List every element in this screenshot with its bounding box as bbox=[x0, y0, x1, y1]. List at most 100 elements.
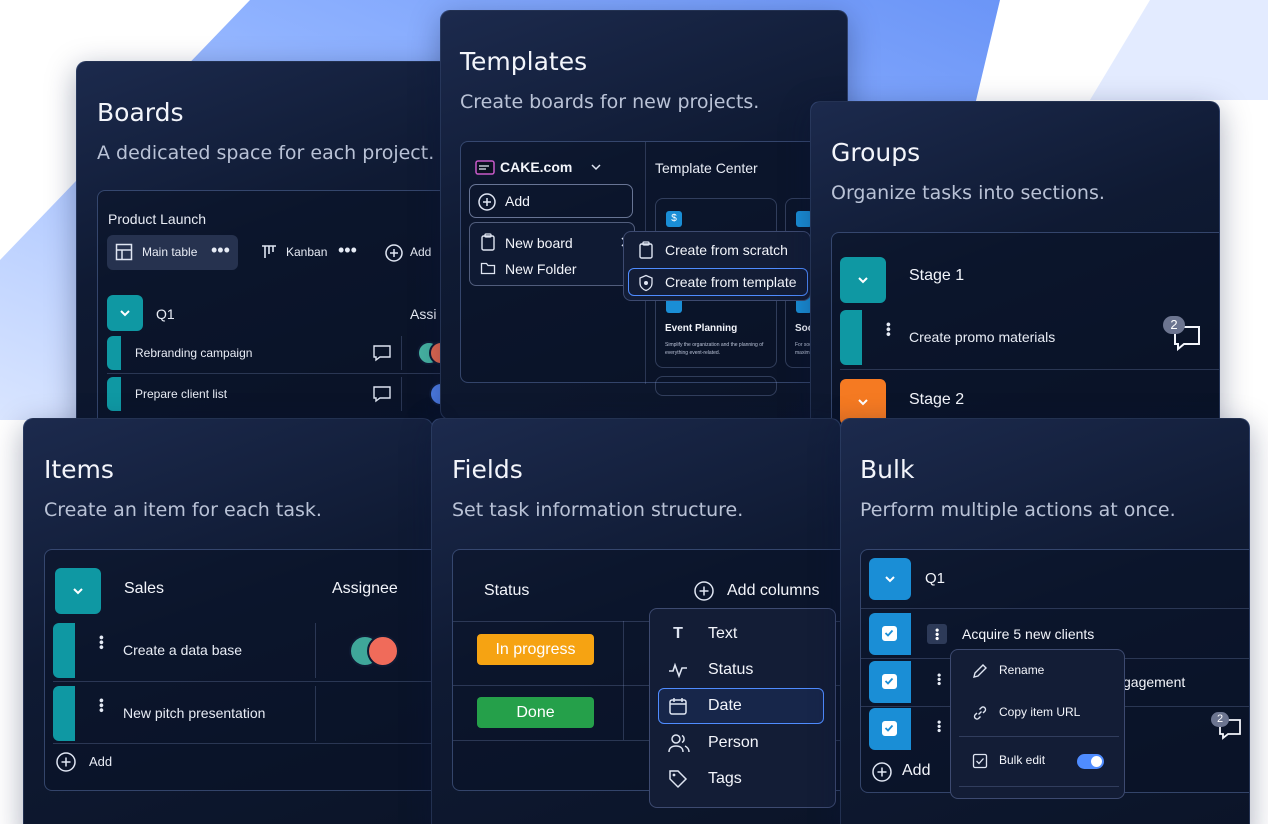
add-button[interactable]: Add bbox=[469, 184, 633, 218]
menu-item-text[interactable]: T Text bbox=[658, 619, 828, 649]
add-columns-button[interactable]: Add columns bbox=[693, 578, 840, 604]
tab-main-table-label: Main table bbox=[142, 245, 198, 259]
checkbox-icon bbox=[972, 753, 988, 769]
from-scratch-label: Create from scratch bbox=[665, 242, 788, 258]
row-label: Rebranding campaign bbox=[135, 346, 253, 360]
menu-item-bulk-edit[interactable]: Bulk edit bbox=[959, 746, 1119, 776]
menu-item-date[interactable]: Date bbox=[658, 688, 824, 724]
row-label: Acquire 5 new clients bbox=[962, 626, 1095, 642]
fields-card: Fields Set task information structure. S… bbox=[431, 418, 841, 824]
workspace-logo-icon bbox=[475, 158, 495, 176]
plus-circle-icon bbox=[384, 243, 404, 263]
folder-icon bbox=[480, 260, 496, 276]
item-label: New pitch presentation bbox=[123, 705, 266, 721]
comment-count-badge: 2 bbox=[1163, 316, 1185, 334]
chevron-down-icon bbox=[858, 277, 868, 284]
template-center-title: Template Center bbox=[655, 160, 758, 176]
add-item-button[interactable]: Add bbox=[871, 760, 951, 784]
row-menu-icon[interactable]: ••• bbox=[881, 322, 897, 337]
new-folder-label: New Folder bbox=[505, 261, 577, 277]
menu-item-from-template[interactable]: Create from template bbox=[628, 268, 808, 296]
groups-title: Groups bbox=[831, 138, 921, 167]
status-in-progress[interactable]: In progress bbox=[477, 634, 594, 665]
groups-card: Groups Organize tasks into sections. Sta… bbox=[810, 101, 1220, 431]
group-toggle[interactable] bbox=[869, 558, 911, 600]
dollar-icon: $ bbox=[666, 211, 682, 227]
menu-item-person[interactable]: Person bbox=[658, 728, 828, 758]
stage-1-name: Stage 1 bbox=[909, 267, 965, 284]
comment-icon[interactable] bbox=[372, 384, 392, 404]
assignee-header: Assi bbox=[410, 306, 437, 322]
menu-item-copy-url[interactable]: Copy item URL bbox=[959, 698, 1119, 728]
more-icon[interactable]: ••• bbox=[338, 241, 357, 259]
new-board-label: New board bbox=[505, 235, 573, 251]
workspace-name[interactable]: CAKE.com bbox=[500, 159, 572, 175]
status-header: Status bbox=[484, 582, 530, 599]
row-checkbox[interactable] bbox=[882, 674, 897, 689]
row-checkbox[interactable] bbox=[882, 721, 897, 736]
fields-title: Fields bbox=[452, 455, 523, 484]
stage-2-name: Stage 2 bbox=[909, 391, 965, 408]
chevron-down-icon bbox=[885, 576, 895, 583]
boards-card: Boards A dedicated space for each projec… bbox=[76, 61, 466, 431]
plus-circle-icon bbox=[693, 580, 715, 602]
text-icon: T bbox=[673, 625, 683, 642]
chevron-down-icon bbox=[858, 399, 868, 406]
comment-icon[interactable] bbox=[372, 343, 392, 363]
menu-item-rename[interactable]: Rename bbox=[959, 656, 1119, 686]
group-name: Q1 bbox=[156, 306, 175, 322]
menu-item-tags[interactable]: Tags bbox=[658, 764, 828, 794]
kanban-icon bbox=[260, 243, 278, 261]
row-checkbox[interactable] bbox=[882, 626, 897, 641]
tab-main-table[interactable]: Main table ••• bbox=[107, 235, 238, 270]
add-columns-label: Add columns bbox=[727, 582, 820, 599]
bulk-subtitle: Perform multiple actions at once. bbox=[860, 499, 1176, 521]
tab-kanban[interactable]: Kanban ••• bbox=[258, 235, 368, 270]
menu-label: Text bbox=[708, 625, 738, 642]
menu-item-status[interactable]: Status bbox=[658, 655, 828, 685]
items-title: Items bbox=[44, 455, 114, 484]
row-menu-icon[interactable]: ••• bbox=[932, 720, 946, 733]
tab-kanban-label: Kanban bbox=[286, 245, 328, 259]
menu-item-new-board[interactable]: New board bbox=[470, 229, 636, 255]
templates-subtitle: Create boards for new projects. bbox=[460, 91, 760, 113]
create-menu: New board New Folder bbox=[469, 222, 635, 286]
template-card[interactable] bbox=[655, 376, 777, 396]
bulk-edit-toggle[interactable] bbox=[1077, 754, 1104, 769]
row-menu-icon[interactable]: ••• bbox=[927, 624, 947, 644]
item-label: Create a data base bbox=[123, 642, 243, 658]
group-toggle[interactable] bbox=[55, 568, 101, 614]
table-icon bbox=[115, 243, 133, 261]
chevron-down-icon bbox=[73, 588, 83, 595]
table-row[interactable]: ••• New pitch presentation bbox=[53, 686, 432, 741]
chevron-down-icon[interactable] bbox=[589, 160, 603, 174]
row-menu-icon[interactable]: ••• bbox=[94, 698, 110, 713]
group-toggle[interactable] bbox=[107, 295, 143, 331]
bulk-card: Bulk Perform multiple actions at once. Q… bbox=[840, 418, 1250, 824]
add-view-label: Add bbox=[410, 245, 432, 259]
menu-item-new-folder[interactable]: New Folder bbox=[470, 255, 636, 281]
table-row[interactable]: Prepare client list bbox=[107, 377, 465, 411]
group-toggle[interactable] bbox=[840, 257, 886, 303]
more-icon[interactable]: ••• bbox=[211, 241, 230, 259]
menu-label: Bulk edit bbox=[999, 753, 1046, 767]
table-row[interactable]: ••• Create promo materials 2 bbox=[840, 310, 1219, 365]
groups-panel: Stage 1 ••• Create promo materials 2 Sta… bbox=[831, 232, 1219, 430]
clipboard-icon bbox=[638, 241, 654, 259]
menu-item-from-scratch[interactable]: Create from scratch bbox=[628, 236, 808, 264]
boards-subtitle: A dedicated space for each project. bbox=[97, 142, 435, 164]
from-template-label: Create from template bbox=[665, 274, 797, 290]
add-label: Add bbox=[902, 762, 931, 779]
add-label: Add bbox=[89, 754, 113, 769]
row-menu-icon[interactable]: ••• bbox=[932, 673, 946, 686]
status-done[interactable]: Done bbox=[477, 697, 594, 728]
add-item-button[interactable]: Add bbox=[55, 750, 135, 774]
menu-label: Tags bbox=[708, 770, 742, 787]
row-menu-icon[interactable]: ••• bbox=[94, 635, 110, 650]
items-card: Items Create an item for each task. Sale… bbox=[23, 418, 433, 824]
table-row[interactable]: ••• Create a data base bbox=[53, 623, 432, 678]
bulk-title: Bulk bbox=[860, 455, 915, 484]
new-board-submenu: Create from scratch Create from template bbox=[623, 231, 811, 301]
shield-icon bbox=[638, 274, 654, 292]
table-row[interactable]: Rebranding campaign bbox=[107, 336, 465, 370]
